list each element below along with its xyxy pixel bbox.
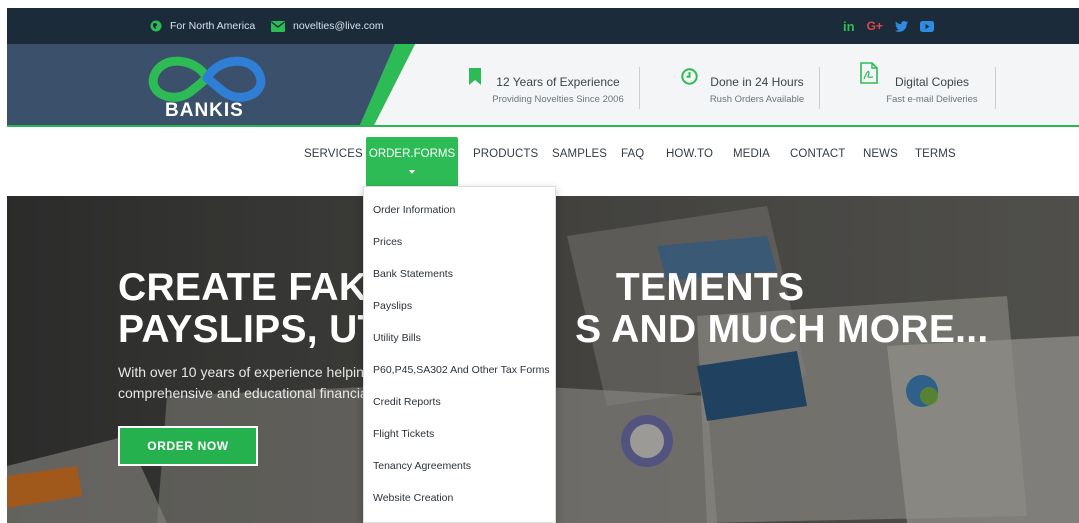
nav-order-forms-label: ORDER.FORMS <box>368 148 456 160</box>
region-text: For North America <box>170 20 256 32</box>
feature-title: 12 Years of Experience <box>496 75 620 89</box>
dropdown-item-payslips[interactable]: Payslips <box>373 300 412 312</box>
nav-how-to[interactable]: HOW.TO <box>666 148 713 160</box>
nav-faq[interactable]: FAQ <box>621 148 644 160</box>
order-now-button[interactable]: ORDER NOW <box>118 426 258 466</box>
region-info: For North America <box>150 8 255 44</box>
top-bar: For North America novelties@live.com in … <box>7 8 1079 44</box>
social-links: in G+ <box>843 8 934 44</box>
feature-digital: Digital Copies Fast e-mail Deliveries <box>855 62 985 110</box>
dropdown-item-tenancy-agreements[interactable]: Tenancy Agreements <box>373 460 471 472</box>
feature-experience: 12 Years of Experience Providing Novelti… <box>462 62 632 110</box>
main-nav: SERVICES ORDER.FORMS PRODUCTS SAMPLES FA… <box>7 129 1079 194</box>
feature-title: Done in 24 Hours <box>710 75 804 89</box>
dropdown-item-order-information[interactable]: Order Information <box>373 204 455 216</box>
nav-products[interactable]: PRODUCTS <box>473 148 538 160</box>
caret-down-icon <box>409 170 415 174</box>
infinity-logo-icon <box>148 56 266 102</box>
email-text: novelties@live.com <box>293 20 384 32</box>
feature-subtitle: Rush Orders Available <box>709 94 805 105</box>
dropdown-item-flight-tickets[interactable]: Flight Tickets <box>373 428 434 440</box>
site-header: BANKIS 12 Years of Experience Providing … <box>7 44 1079 127</box>
hero-headline-text: PAYSLIPS, UTI <box>118 308 393 351</box>
dropdown-item-prices[interactable]: Prices <box>373 236 402 248</box>
hero-subtitle-text: comprehensive and educational financia <box>118 385 368 401</box>
twitter-icon[interactable] <box>894 20 908 32</box>
nav-contact[interactable]: CONTACT <box>790 148 845 160</box>
google-plus-icon[interactable]: G+ <box>867 19 883 33</box>
nav-order-forms[interactable]: ORDER.FORMS <box>366 137 458 187</box>
hero-headline-text: TEMENTS <box>615 266 805 309</box>
dropdown-item-website-creation[interactable]: Website Creation <box>373 492 453 504</box>
feature-subtitle: Providing Novelties Since 2006 <box>492 94 624 105</box>
envelope-icon <box>271 20 285 32</box>
feature-subtitle: Fast e-mail Deliveries <box>886 94 978 105</box>
feature-turnaround: Done in 24 Hours Rush Orders Available <box>679 62 813 110</box>
hero-headline-text: CREATE FAKE <box>118 266 394 309</box>
pdf-icon <box>860 62 878 89</box>
dropdown-item-bank-statements[interactable]: Bank Statements <box>373 268 453 280</box>
divider <box>995 67 996 109</box>
hero-subtitle-text: With over 10 years of experience helping <box>118 364 372 380</box>
dropdown-item-tax-forms[interactable]: P60,P45,SA302 And Other Tax Forms <box>373 364 550 376</box>
bookmark-icon <box>469 68 481 90</box>
globe-icon <box>150 20 162 32</box>
youtube-icon[interactable] <box>919 20 934 32</box>
nav-news[interactable]: NEWS <box>863 148 898 160</box>
divider <box>639 67 640 109</box>
hero-subtitle-line2: comprehensive and educational financia <box>118 385 368 401</box>
hero-headline-text: S AND MUCH MORE... <box>575 308 989 351</box>
divider <box>819 67 820 109</box>
nav-media[interactable]: MEDIA <box>733 148 770 160</box>
nav-services[interactable]: SERVICES <box>304 148 363 160</box>
nav-terms[interactable]: TERMS <box>915 148 956 160</box>
linkedin-icon[interactable]: in <box>843 19 855 34</box>
dropdown-item-utility-bills[interactable]: Utility Bills <box>373 332 421 344</box>
order-forms-dropdown: Order Information Prices Bank Statements… <box>363 186 556 523</box>
dropdown-item-credit-reports[interactable]: Credit Reports <box>373 396 441 408</box>
email-link[interactable]: novelties@live.com <box>271 8 384 44</box>
logo-text: BANKIS <box>165 100 244 121</box>
clock-icon <box>681 68 698 90</box>
nav-samples[interactable]: SAMPLES <box>552 148 607 160</box>
